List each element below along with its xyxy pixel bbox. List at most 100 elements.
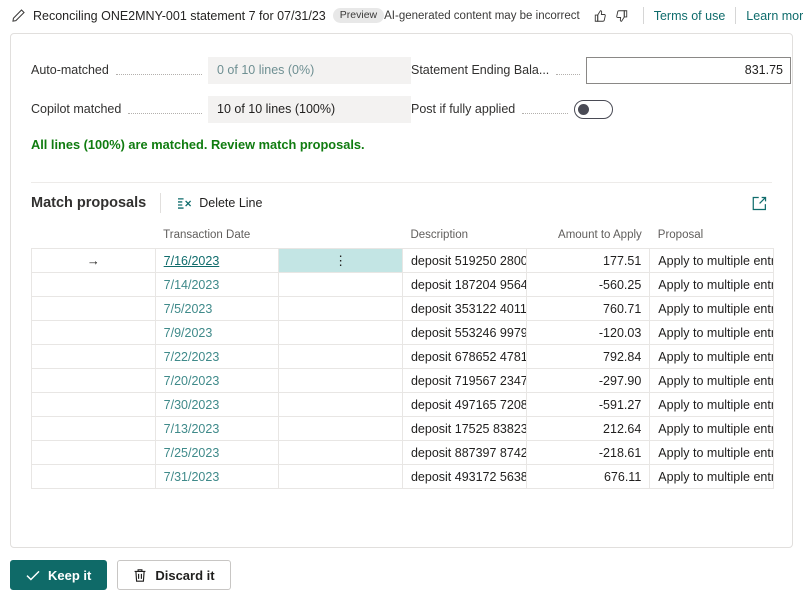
transaction-date-link[interactable]: 7/5/2023 bbox=[164, 302, 213, 316]
cell-amount-to-apply[interactable]: 760.71 bbox=[526, 297, 650, 321]
table-row[interactable]: 7/13/2023 deposit 17525 838231 97959212.6… bbox=[32, 417, 774, 441]
transaction-date-link[interactable]: 7/13/2023 bbox=[164, 422, 220, 436]
cell-description[interactable]: deposit 497165 72083 393007 bbox=[402, 393, 526, 417]
divider bbox=[160, 193, 161, 213]
fields-area: Auto-matched 0 of 10 lines (0%) Copilot … bbox=[11, 34, 792, 134]
cell-transaction-date[interactable]: 7/31/2023 bbox=[155, 465, 279, 489]
table-row[interactable]: 7/25/2023 deposit 887397 874233 131207-21… bbox=[32, 441, 774, 465]
cell-transaction-date[interactable]: 7/20/2023 bbox=[155, 369, 279, 393]
table-row[interactable]: 7/20/2023 deposit 719567 23479 860157-297… bbox=[32, 369, 774, 393]
cell-transaction-date[interactable]: 7/9/2023 bbox=[155, 321, 279, 345]
cell-proposal[interactable]: Apply to multiple entries. Drill down to… bbox=[650, 273, 774, 297]
cell-proposal[interactable]: Apply to multiple entries. Drill down to… bbox=[650, 465, 774, 489]
cell-description[interactable]: deposit 17525 838231 97959 bbox=[402, 417, 526, 441]
cell-amount-to-apply[interactable]: 676.11 bbox=[526, 465, 650, 489]
row-indicator-arrow-icon bbox=[32, 321, 156, 345]
thumbs-down-icon[interactable] bbox=[612, 6, 632, 26]
column-header-proposal[interactable]: Proposal bbox=[650, 229, 774, 249]
cell-amount-to-apply[interactable]: 177.51 bbox=[526, 249, 650, 273]
copilot-matched-label: Copilot matched bbox=[31, 102, 121, 116]
row-menu-icon[interactable] bbox=[279, 345, 403, 369]
cell-amount-to-apply[interactable]: -560.25 bbox=[526, 273, 650, 297]
row-menu-icon[interactable] bbox=[279, 465, 403, 489]
learn-more-link[interactable]: Learn more bbox=[746, 9, 803, 23]
transaction-date-link[interactable]: 7/14/2023 bbox=[164, 278, 220, 292]
cell-proposal[interactable]: Apply to multiple entries. Drill down to… bbox=[650, 297, 774, 321]
table-row[interactable]: 7/31/2023 deposit 493172 56387 95292676.1… bbox=[32, 465, 774, 489]
cell-amount-to-apply[interactable]: 212.64 bbox=[526, 417, 650, 441]
cell-proposal[interactable]: Apply to multiple entries. Drill down to… bbox=[650, 321, 774, 345]
table-row[interactable]: 7/9/2023 deposit 553246 997913 228024-120… bbox=[32, 321, 774, 345]
row-menu-icon[interactable] bbox=[279, 393, 403, 417]
status-message: All lines (100%) are matched. Review mat… bbox=[11, 134, 792, 152]
dotted-leader bbox=[522, 112, 568, 114]
cell-proposal[interactable]: Apply to multiple entries. Drill down to… bbox=[650, 249, 774, 273]
row-indicator-arrow-icon bbox=[32, 273, 156, 297]
transaction-date-link[interactable]: 7/31/2023 bbox=[164, 470, 220, 484]
column-header-description[interactable]: Description bbox=[402, 229, 526, 249]
discard-it-button[interactable]: Discard it bbox=[117, 560, 230, 590]
cell-proposal[interactable]: Apply to multiple entries. Drill down to… bbox=[650, 369, 774, 393]
cell-transaction-date[interactable]: 7/25/2023 bbox=[155, 441, 279, 465]
cell-description[interactable]: deposit 187204 956423 948161 bbox=[402, 273, 526, 297]
cell-transaction-date[interactable]: 7/22/2023 bbox=[155, 345, 279, 369]
cell-amount-to-apply[interactable]: -297.90 bbox=[526, 369, 650, 393]
transaction-date-link[interactable]: 7/9/2023 bbox=[164, 326, 213, 340]
post-if-applied-toggle[interactable] bbox=[574, 100, 613, 119]
cell-amount-to-apply[interactable]: -120.03 bbox=[526, 321, 650, 345]
row-indicator-arrow-icon: → bbox=[32, 249, 156, 273]
table-row[interactable]: 7/30/2023 deposit 497165 72083 393007-591… bbox=[32, 393, 774, 417]
cell-transaction-date[interactable]: 7/5/2023 bbox=[155, 297, 279, 321]
row-menu-icon[interactable] bbox=[279, 321, 403, 345]
terms-of-use-link[interactable]: Terms of use bbox=[654, 9, 726, 23]
column-header-transaction-date[interactable]: Transaction Date bbox=[155, 229, 402, 249]
keep-it-button[interactable]: Keep it bbox=[10, 560, 107, 590]
cell-transaction-date[interactable]: 7/14/2023 bbox=[155, 273, 279, 297]
cell-description[interactable]: deposit 353122 401192 94190 bbox=[402, 297, 526, 321]
cell-proposal[interactable]: Apply to multiple entries. Drill down to… bbox=[650, 441, 774, 465]
open-in-excel-icon[interactable] bbox=[746, 190, 772, 216]
cell-description[interactable]: deposit 493172 56387 95292 bbox=[402, 465, 526, 489]
row-menu-icon[interactable] bbox=[279, 417, 403, 441]
table-body: → 7/16/2023 ⋮deposit 519250 280097 3927501… bbox=[32, 249, 774, 489]
cell-description[interactable]: deposit 678652 478146 530991 bbox=[402, 345, 526, 369]
row-indicator-arrow-icon bbox=[32, 345, 156, 369]
row-menu-icon[interactable]: ⋮ bbox=[279, 249, 403, 273]
cell-amount-to-apply[interactable]: -218.61 bbox=[526, 441, 650, 465]
table-row[interactable]: 7/14/2023 deposit 187204 956423 948161-56… bbox=[32, 273, 774, 297]
column-header-amount-to-apply[interactable]: Amount to Apply bbox=[526, 229, 650, 249]
table-row[interactable]: 7/22/2023 deposit 678652 478146 530991792… bbox=[32, 345, 774, 369]
transaction-date-link[interactable]: 7/22/2023 bbox=[164, 350, 220, 364]
row-menu-icon[interactable] bbox=[279, 297, 403, 321]
statement-balance-input[interactable]: 831.75 bbox=[586, 57, 791, 84]
row-menu-icon[interactable] bbox=[279, 369, 403, 393]
cell-transaction-date[interactable]: 7/16/2023 bbox=[155, 249, 279, 273]
transaction-date-link[interactable]: 7/25/2023 bbox=[164, 446, 220, 460]
cell-proposal[interactable]: Apply to multiple entries. Drill down to… bbox=[650, 393, 774, 417]
cell-description[interactable]: deposit 719567 23479 860157 bbox=[402, 369, 526, 393]
cell-description[interactable]: deposit 887397 874233 131207 bbox=[402, 441, 526, 465]
thumbs-up-icon[interactable] bbox=[590, 6, 610, 26]
page-title: Reconciling ONE2MNY-001 statement 7 for … bbox=[33, 9, 326, 23]
row-indicator-arrow-icon bbox=[32, 441, 156, 465]
row-menu-icon[interactable] bbox=[279, 273, 403, 297]
cell-proposal[interactable]: Apply to multiple entries. Drill down to… bbox=[650, 417, 774, 441]
row-menu-icon[interactable] bbox=[279, 441, 403, 465]
transaction-date-link[interactable]: 7/20/2023 bbox=[164, 374, 220, 388]
cell-transaction-date[interactable]: 7/13/2023 bbox=[155, 417, 279, 441]
transaction-date-link[interactable]: 7/30/2023 bbox=[164, 398, 220, 412]
transaction-date-link[interactable]: 7/16/2023 bbox=[164, 254, 220, 268]
top-bar-right: AI-generated content may be incorrect Te… bbox=[384, 6, 803, 26]
cell-description[interactable]: deposit 519250 280097 392750 bbox=[402, 249, 526, 273]
divider bbox=[735, 7, 736, 24]
delete-line-button[interactable]: Delete Line bbox=[169, 192, 270, 214]
cell-transaction-date[interactable]: 7/30/2023 bbox=[155, 393, 279, 417]
cell-proposal[interactable]: Apply to multiple entries. Drill down to… bbox=[650, 345, 774, 369]
table-row[interactable]: → 7/16/2023 ⋮deposit 519250 280097 3927501… bbox=[32, 249, 774, 273]
cell-amount-to-apply[interactable]: -591.27 bbox=[526, 393, 650, 417]
table-row[interactable]: 7/5/2023 deposit 353122 401192 94190760.7… bbox=[32, 297, 774, 321]
cell-amount-to-apply[interactable]: 792.84 bbox=[526, 345, 650, 369]
copilot-matched-value: 10 of 10 lines (100%) bbox=[208, 96, 411, 123]
section-title: Match proposals bbox=[31, 195, 160, 211]
cell-description[interactable]: deposit 553246 997913 228024 bbox=[402, 321, 526, 345]
